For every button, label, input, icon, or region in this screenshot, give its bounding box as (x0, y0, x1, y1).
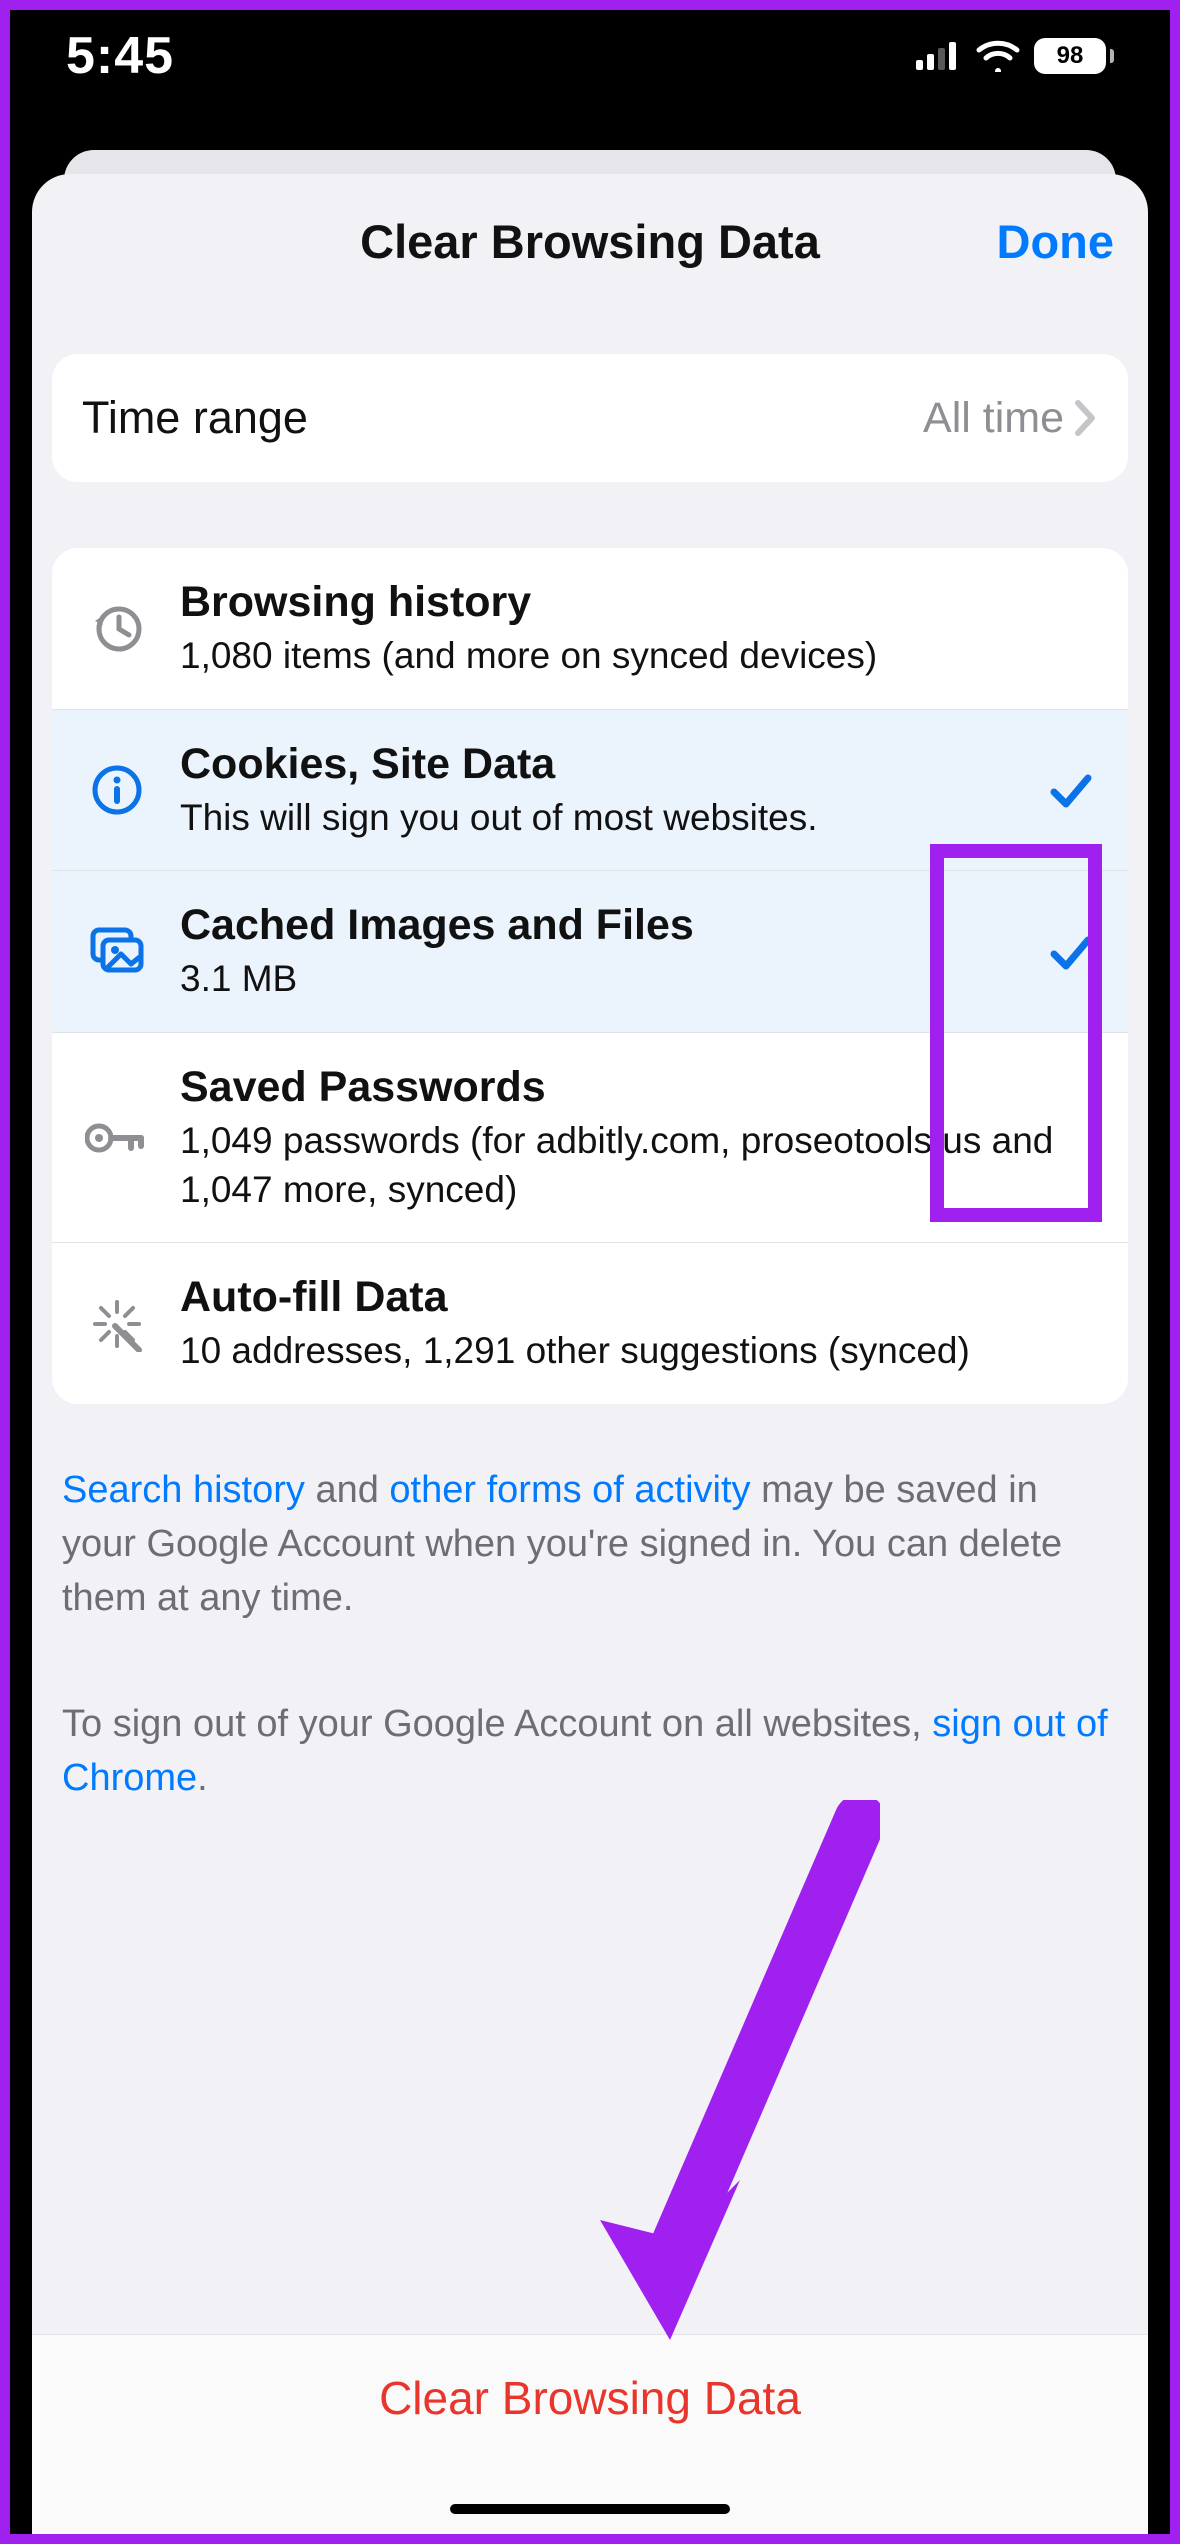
signal-icon (916, 42, 962, 70)
sheet-title: Clear Browsing Data (360, 214, 820, 269)
key-icon (82, 1118, 152, 1158)
sheet-header: Clear Browsing Data Done (32, 174, 1148, 308)
checkmark-icon (1042, 928, 1098, 976)
clear-browsing-data-button[interactable]: Clear Browsing Data (379, 2371, 801, 2425)
passwords-subtitle: 1,049 passwords (for adbitly.com, proseo… (180, 1117, 1098, 1215)
cache-title: Cached Images and Files (180, 899, 1014, 953)
time-range-card: Time range All time (52, 354, 1128, 482)
done-button[interactable]: Done (997, 174, 1115, 308)
status-time: 5:45 (66, 26, 174, 86)
footer-paragraph-2: To sign out of your Google Account on al… (52, 1698, 1128, 1806)
action-bar: Clear Browsing Data (32, 2334, 1148, 2534)
browsing-history-title: Browsing history (180, 576, 1098, 630)
status-bar: 5:45 98 (10, 10, 1170, 103)
autofill-subtitle: 10 addresses, 1,291 other suggestions (s… (180, 1327, 1098, 1376)
time-range-label: Time range (82, 390, 895, 446)
cache-row[interactable]: Cached Images and Files 3.1 MB (52, 870, 1128, 1032)
passwords-title: Saved Passwords (180, 1061, 1098, 1115)
sheet-body: Time range All time (32, 308, 1148, 2534)
footer-text-span: To sign out of your Google Account on al… (62, 1703, 932, 1745)
browsing-history-subtitle: 1,080 items (and more on synced devices) (180, 632, 1098, 681)
home-indicator (450, 2504, 730, 2514)
clear-browsing-data-sheet: Clear Browsing Data Done Time range All … (32, 174, 1148, 2534)
footer-paragraph-1: Search history and other forms of activi… (52, 1464, 1128, 1626)
passwords-row[interactable]: Saved Passwords 1,049 passwords (for adb… (52, 1032, 1128, 1242)
footer-text-span: and (305, 1469, 390, 1511)
footer-text-span: . (197, 1757, 208, 1799)
cookies-title: Cookies, Site Data (180, 738, 1014, 792)
cookies-subtitle: This will sign you out of most websites. (180, 794, 1014, 843)
cache-subtitle: 3.1 MB (180, 955, 1014, 1004)
autofill-title: Auto-fill Data (180, 1271, 1098, 1325)
wand-icon (82, 1296, 152, 1352)
time-range-row[interactable]: Time range All time (52, 354, 1128, 482)
other-activity-link[interactable]: other forms of activity (389, 1469, 750, 1511)
status-right: 98 (916, 38, 1114, 74)
autofill-row[interactable]: Auto-fill Data 10 addresses, 1,291 other… (52, 1242, 1128, 1404)
wifi-icon (976, 40, 1020, 72)
data-types-card: Browsing history 1,080 items (and more o… (52, 548, 1128, 1404)
battery-icon: 98 (1034, 38, 1114, 74)
screenshot-frame: 5:45 98 (0, 0, 1180, 2544)
time-range-value: All time (923, 394, 1064, 443)
chevron-right-icon (1074, 399, 1098, 437)
battery-level: 98 (1034, 38, 1106, 74)
checkmark-icon (1042, 766, 1098, 814)
search-history-link[interactable]: Search history (62, 1469, 305, 1511)
browsing-history-row[interactable]: Browsing history 1,080 items (and more o… (52, 548, 1128, 709)
info-icon (82, 762, 152, 818)
history-icon (82, 601, 152, 657)
cookies-row[interactable]: Cookies, Site Data This will sign you ou… (52, 709, 1128, 871)
images-icon (82, 924, 152, 980)
